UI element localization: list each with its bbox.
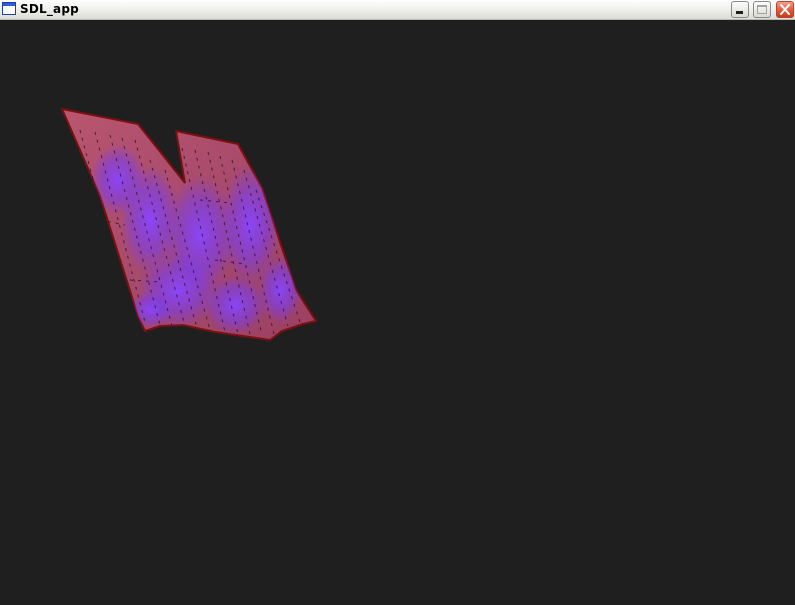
render-viewport[interactable] [0,20,795,605]
maximize-icon [757,5,767,14]
minimize-icon [736,11,743,14]
close-button[interactable] [776,1,794,18]
minimize-button[interactable] [731,1,749,18]
maximize-button[interactable] [753,1,771,18]
cloth-scene [60,107,318,342]
title-bar[interactable]: SDL_app [0,0,795,20]
window-title: SDL_app [20,2,79,16]
close-icon [780,4,790,15]
window-icon[interactable] [2,2,16,15]
app-window: SDL_app [0,0,795,605]
